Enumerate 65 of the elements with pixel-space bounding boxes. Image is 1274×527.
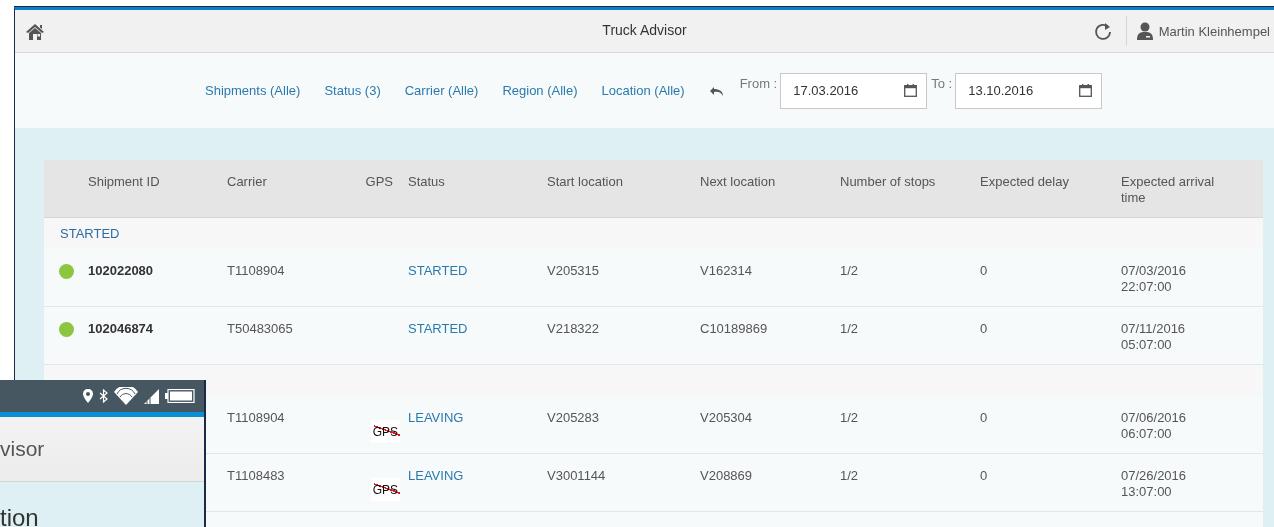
table-cell: V208869	[700, 468, 753, 484]
refresh-button[interactable]	[1092, 21, 1112, 41]
signal-icon	[144, 388, 159, 404]
table-cell: 0	[980, 263, 988, 279]
refresh-icon	[1092, 21, 1112, 41]
table-cell: V218322	[547, 321, 600, 337]
phone-heading: tion	[0, 504, 39, 527]
column-header: Shipment ID	[88, 173, 161, 191]
table-cell: V162314	[700, 263, 753, 279]
group-header[interactable]: STARTED	[60, 226, 120, 241]
column-header: GPS	[365, 173, 394, 191]
phone-app-title: visor	[0, 437, 45, 461]
filter-link[interactable]: Carrier (Alle)	[404, 83, 479, 98]
filter-link[interactable]: Region (Alle)	[502, 83, 578, 98]
date-field[interactable]: 13.10.2016	[955, 72, 1103, 109]
shipment-id: 102022080	[88, 263, 154, 279]
column-header: Expected delay	[980, 173, 1070, 191]
status-link[interactable]: STARTED	[408, 321, 468, 337]
battery-icon	[165, 389, 195, 403]
home-icon	[25, 21, 45, 41]
filter-link[interactable]: Shipments (Alle)	[205, 83, 301, 98]
table-cell: C10189869	[700, 321, 768, 337]
table-cell: 0	[980, 321, 988, 337]
table-cell: 0	[980, 468, 988, 484]
window-title: Truck Advisor	[602, 22, 687, 38]
table-cell: 07/26/2016 13:07:00	[1121, 468, 1187, 500]
shipment-id: 102046874	[88, 321, 154, 337]
column-header: Carrier	[227, 173, 268, 191]
date-field[interactable]: 17.03.2016	[780, 72, 928, 109]
table-cell: 1/2	[840, 321, 859, 337]
status-link[interactable]: LEAVING	[408, 468, 464, 484]
filter-link[interactable]: Location (Alle)	[601, 83, 685, 98]
table-cell: V205304	[700, 410, 753, 426]
table-cell: 0	[980, 410, 988, 426]
table-cell: V3001144	[547, 468, 606, 484]
table-cell: T50483065	[227, 321, 293, 337]
user-icon	[1136, 22, 1153, 40]
date-label: To :	[931, 76, 953, 91]
bluetooth-icon	[99, 389, 108, 403]
table-cell: 1/2	[840, 410, 859, 426]
table-cell: 1/2	[840, 263, 859, 279]
table-cell: T1108904	[227, 410, 285, 426]
user-menu[interactable]: Martin Kleinhempel	[1136, 22, 1274, 40]
wifi-icon	[114, 387, 138, 405]
table-cell: V205283	[547, 410, 600, 426]
column-header: Next location	[700, 173, 777, 191]
status-link[interactable]: LEAVING	[408, 410, 464, 426]
column-header: Number of stops	[840, 173, 937, 191]
calendar-icon[interactable]	[904, 83, 918, 97]
table-cell: T1108904	[227, 263, 285, 279]
column-header: Status	[408, 173, 446, 191]
table-cell: 07/11/2016 05:07:00	[1121, 321, 1186, 353]
table-cell: 07/06/2016 06:07:00	[1121, 410, 1187, 442]
calendar-icon[interactable]	[1079, 83, 1093, 97]
table-cell: 07/03/2016 22:07:00	[1121, 263, 1187, 295]
table-cell: 1/2	[840, 468, 859, 484]
table-cell: T1108483	[227, 468, 285, 484]
column-header: Start location	[547, 173, 624, 191]
status-link[interactable]: STARTED	[408, 263, 468, 279]
home-button[interactable]	[25, 21, 45, 41]
table-cell: V205315	[547, 263, 600, 279]
location-pin-icon	[83, 389, 93, 403]
filter-link[interactable]: Status (3)	[324, 83, 381, 98]
date-label: From :	[739, 76, 778, 91]
column-header: Expected arrival time	[1121, 173, 1216, 207]
